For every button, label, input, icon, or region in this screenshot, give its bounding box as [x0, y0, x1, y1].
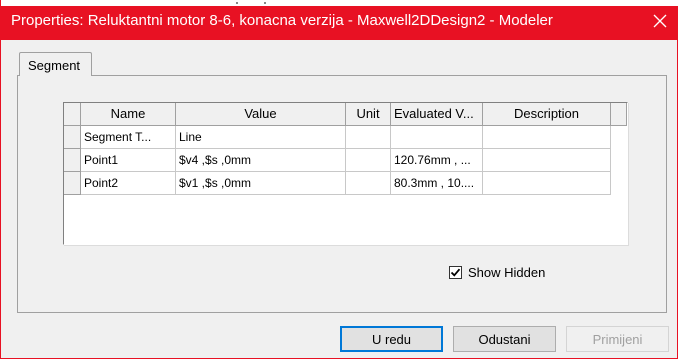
column-header-name[interactable]: Name [81, 103, 176, 126]
row-header[interactable] [64, 126, 81, 149]
table-cell-evaluated[interactable]: 120.76mm , ... [391, 149, 483, 172]
top-strip [1, 0, 678, 6]
table-cell-value[interactable]: $v4 ,$s ,0mm [176, 149, 346, 172]
table-cell-description[interactable] [483, 149, 611, 172]
row-header[interactable] [64, 149, 81, 172]
table-cell-value[interactable]: Line [176, 126, 346, 149]
table-cell-evaluated[interactable]: 80.3mm , 10.... [391, 172, 483, 195]
show-hidden-checkbox[interactable] [449, 265, 462, 279]
table-cell-unit[interactable] [346, 126, 391, 149]
close-button[interactable] [647, 8, 673, 34]
properties-dialog: Properties: Reluktantni motor 8-6, konac… [0, 0, 678, 359]
column-header-unit[interactable]: Unit [346, 103, 391, 126]
show-hidden-toggle[interactable]: Show Hidden [449, 264, 545, 280]
show-hidden-label: Show Hidden [468, 264, 546, 280]
title-bar[interactable]: Properties: Reluktantni motor 8-6, konac… [1, 0, 678, 40]
table-cell-name[interactable]: Segment T... [81, 126, 176, 149]
column-header-value[interactable]: Value [176, 103, 346, 126]
tab-segment-label: Segment [28, 58, 81, 73]
properties-table: Name Value Unit Evaluated V... Descripti… [63, 102, 628, 245]
column-header-description[interactable]: Description [483, 103, 611, 126]
close-icon [653, 14, 667, 28]
table-cell-description[interactable] [483, 126, 611, 149]
table-cell-unit[interactable] [346, 149, 391, 172]
checkmark-icon [450, 268, 461, 277]
row-header[interactable] [64, 172, 81, 195]
column-header-evaluated[interactable]: Evaluated V... [391, 103, 483, 126]
apply-button[interactable]: Primijeni [566, 326, 669, 352]
cancel-button[interactable]: Odustani [453, 326, 556, 352]
tab-segment[interactable]: Segment [19, 52, 92, 76]
table-cell-name[interactable]: Point1 [81, 149, 176, 172]
table-cell-unit[interactable] [346, 172, 391, 195]
column-header-filler [611, 103, 627, 126]
window-title: Properties: Reluktantni motor 8-6, konac… [11, 12, 553, 29]
corner-header [64, 103, 81, 126]
table-cell-value[interactable]: $v1 ,$s ,0mm [176, 172, 346, 195]
table-cell-description[interactable] [483, 172, 611, 195]
table-cell-evaluated[interactable] [391, 126, 483, 149]
table-cell-name[interactable]: Point2 [81, 172, 176, 195]
ok-button[interactable]: U redu [340, 326, 443, 352]
